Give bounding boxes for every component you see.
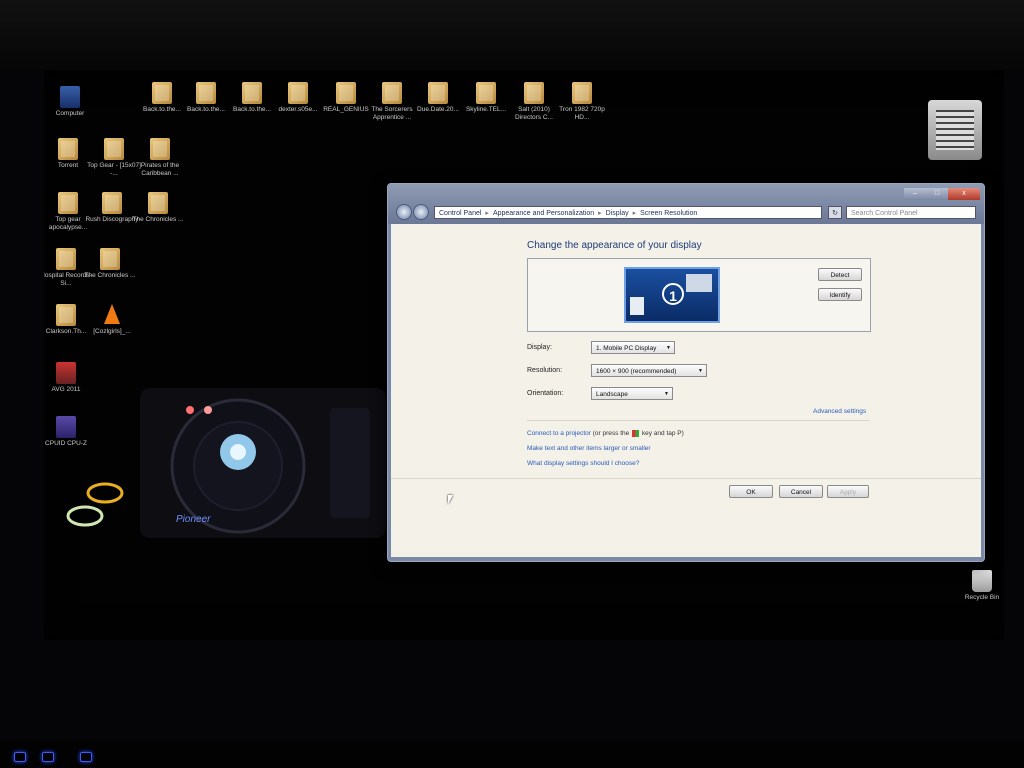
folder-icon — [100, 248, 120, 270]
maximize-button[interactable]: □ — [926, 188, 948, 200]
monitor-wallpaper-detail — [630, 297, 644, 315]
windows-logo-icon — [632, 430, 640, 437]
display-help-link[interactable]: What display settings should I choose? — [527, 460, 639, 467]
chevron-down-icon: ▼ — [666, 345, 671, 351]
folder-icon — [524, 82, 544, 104]
desktop-icon-folder[interactable]: The Chronicles ... — [130, 192, 186, 224]
breadcrumb-separator-icon: ▸ — [598, 210, 602, 217]
recycle-bin-icon — [972, 570, 992, 592]
page-title: Change the appearance of your display — [527, 240, 702, 251]
folder-icon — [476, 82, 496, 104]
address-bar[interactable]: Control Panel ▸ Appearance and Personaliza… — [434, 206, 822, 219]
breadcrumb-separator-icon: ▸ — [632, 210, 637, 217]
status-led-icon — [14, 752, 26, 762]
folder-icon — [152, 82, 172, 104]
monitor-wallpaper-detail — [686, 274, 712, 292]
orientation-select[interactable]: Landscape ▼ — [591, 387, 673, 400]
breadcrumb-screen-resolution[interactable]: Screen Resolution — [640, 210, 697, 217]
breadcrumb-control-panel[interactable]: Control Panel — [439, 210, 481, 217]
desktop-gadget[interactable] — [928, 100, 982, 160]
folder-icon — [56, 304, 76, 326]
folder-icon — [382, 82, 402, 104]
desktop-icon-folder[interactable]: Pirates of the Caribbean ... — [132, 138, 188, 178]
window-content: Change the appearance of your display 1 … — [391, 224, 981, 557]
display-label: Display: — [527, 344, 552, 351]
avg-icon — [56, 362, 76, 384]
desktop-icon-recycle-bin[interactable]: Recycle Bin — [954, 570, 1004, 602]
folder-icon — [196, 82, 216, 104]
identify-button[interactable]: Identify — [818, 288, 862, 301]
desktop-icon-folder[interactable]: Tron 1982 720p HD... — [554, 82, 610, 122]
wallpaper-turntable: Pioneer — [66, 388, 386, 538]
monitor-number: 1 — [662, 283, 684, 305]
back-arrow-icon[interactable] — [396, 204, 412, 220]
orientation-label: Orientation: — [527, 390, 564, 397]
folder-icon — [242, 82, 262, 104]
status-led-icon — [42, 752, 54, 762]
breadcrumb-separator-icon: ▸ — [485, 210, 489, 217]
mouse-pointer-icon — [448, 495, 453, 504]
computer-icon — [60, 86, 80, 108]
desktop-icon-computer[interactable]: Computer — [44, 86, 98, 118]
footer-divider — [391, 478, 981, 479]
cancel-button[interactable]: Cancel — [779, 485, 823, 498]
refresh-icon[interactable]: ↻ — [828, 206, 842, 219]
gadget-display — [936, 110, 974, 150]
laptop-bottom-bezel — [0, 740, 1024, 768]
breadcrumb-display[interactable]: Display — [606, 210, 629, 217]
search-input[interactable]: Search Control Panel — [846, 206, 976, 219]
forward-arrow-icon[interactable] — [413, 204, 429, 220]
ok-button[interactable]: OK — [729, 485, 773, 498]
desktop-icon-vlc[interactable]: [Cozlgirls]_... — [84, 304, 140, 336]
laptop-bezel — [0, 0, 1024, 70]
vlc-cone-icon — [102, 304, 122, 326]
folder-icon — [288, 82, 308, 104]
close-button[interactable]: x — [948, 188, 980, 200]
folder-icon — [58, 138, 78, 160]
breadcrumb-appearance[interactable]: Appearance and Personalization — [493, 210, 594, 217]
apply-button[interactable]: Apply — [827, 485, 869, 498]
status-led-icon — [80, 752, 92, 762]
section-divider — [527, 420, 869, 421]
chevron-down-icon: ▼ — [698, 368, 703, 374]
folder-icon — [428, 82, 448, 104]
folder-icon — [58, 192, 78, 214]
connect-projector-link[interactable]: Connect to a projector (or press the key… — [527, 430, 684, 437]
folder-icon — [148, 192, 168, 214]
chevron-down-icon: ▼ — [664, 391, 669, 397]
minimize-button[interactable]: – — [904, 188, 926, 200]
window-titlebar[interactable]: – □ x Control Panel ▸ Appearance and Perso… — [388, 184, 984, 224]
detect-button[interactable]: Detect — [818, 268, 862, 281]
folder-icon — [104, 138, 124, 160]
display-preview: 1 Detect Identify — [527, 258, 871, 332]
monitor-thumbnail[interactable]: 1 — [624, 267, 720, 323]
folder-icon — [572, 82, 592, 104]
advanced-settings-link[interactable]: Advanced settings — [813, 408, 866, 415]
text-size-link[interactable]: Make text and other items larger or smal… — [527, 445, 651, 452]
folder-icon — [150, 138, 170, 160]
resolution-select[interactable]: 1600 × 900 (recommended) ▼ — [591, 364, 707, 377]
folder-icon — [336, 82, 356, 104]
resolution-label: Resolution: — [527, 367, 563, 374]
wallpaper-brand-text: Pioneer — [176, 514, 211, 525]
desktop-icon-folder[interactable]: The Chronicles ... — [82, 248, 138, 280]
display-select[interactable]: 1. Mobile PC Display ▼ — [591, 341, 675, 354]
folder-icon — [102, 192, 122, 214]
screen-resolution-window[interactable]: – □ x Control Panel ▸ Appearance and Perso… — [387, 183, 985, 562]
folder-icon — [56, 248, 76, 270]
